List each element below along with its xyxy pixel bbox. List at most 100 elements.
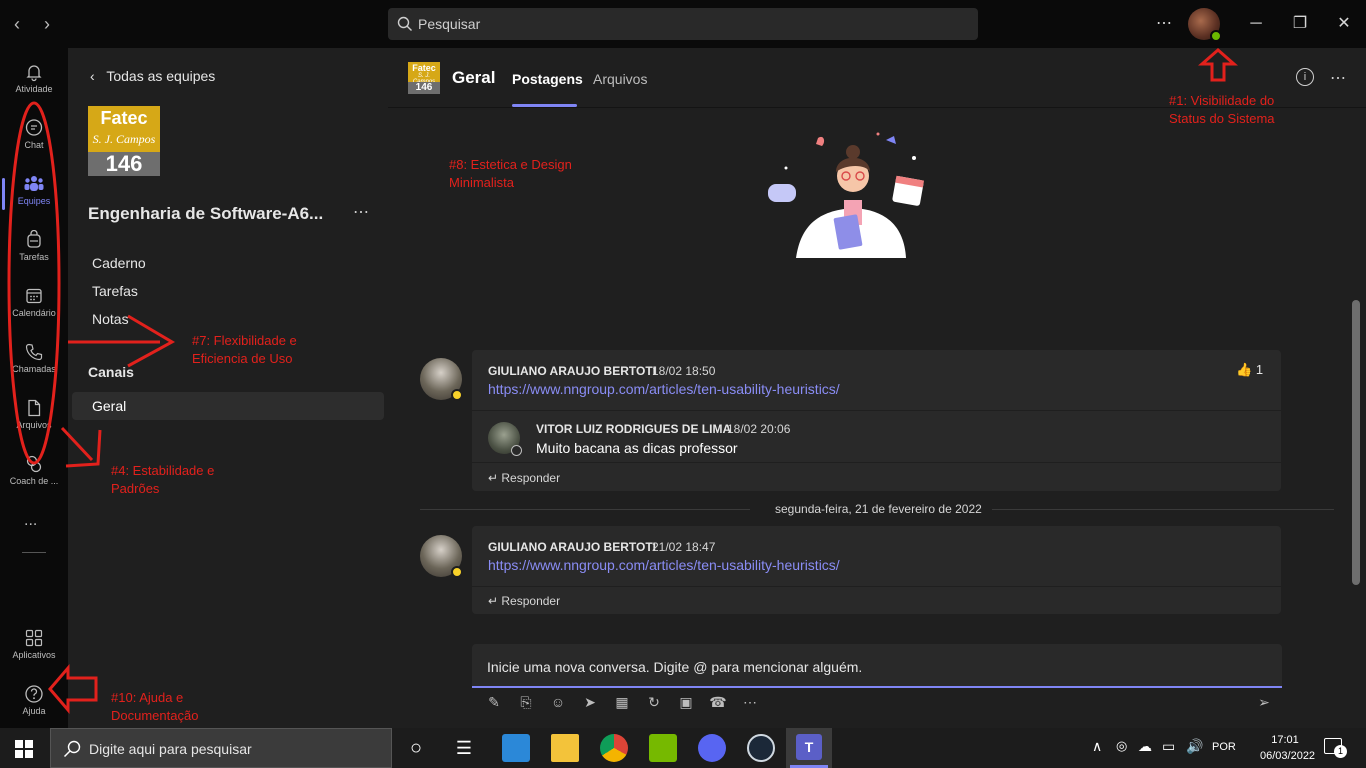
reply-author-avatar[interactable] — [488, 422, 522, 456]
search-input[interactable]: Pesquisar — [388, 8, 978, 40]
channel-team-logo: Fatec S. J. Campos 146 — [408, 62, 440, 94]
task-view-icon[interactable]: ☰ — [450, 734, 478, 762]
welcome-illustration — [768, 132, 925, 258]
messages-area: GIULIANO ARAUJO BERTOTI 18/02 18:50 👍 1 … — [388, 108, 1366, 728]
volume-icon[interactable]: 🔊 — [1186, 738, 1203, 755]
gif-icon[interactable]: ➤ — [580, 694, 600, 714]
chrome-icon[interactable] — [600, 734, 628, 762]
clock-date: 06/03/2022 — [1260, 750, 1316, 762]
cloud-icon[interactable]: ☁ — [1138, 738, 1152, 755]
status-away-icon — [451, 566, 463, 578]
notification-center-icon[interactable]: 1 — [1324, 738, 1347, 758]
annotation-line: #1: Visibilidade do — [1169, 93, 1275, 108]
reply-time: 18/02 20:06 — [727, 422, 791, 436]
author-avatar[interactable] — [420, 535, 463, 578]
post-card: GIULIANO ARAUJO BERTOTI 21/02 18:47 http… — [472, 526, 1281, 614]
post-link[interactable]: https://www.nngroup.com/articles/ten-usa… — [488, 557, 840, 573]
discord-icon[interactable] — [698, 734, 726, 762]
active-tab-indicator — [512, 104, 577, 107]
annotation-line: Padrões — [111, 481, 160, 496]
annotation-10: #10: Ajuda e Documentação — [111, 689, 198, 725]
taskbar-search-placeholder: Digite aqui para pesquisar — [89, 741, 252, 757]
send-icon[interactable]: ➢ — [1254, 694, 1274, 714]
emoji-icon[interactable]: ☺ — [548, 694, 568, 714]
cortana-icon[interactable]: ○ — [402, 734, 430, 762]
post-author[interactable]: GIULIANO ARAUJO BERTOTI — [488, 540, 656, 554]
loop-icon[interactable]: ↻ — [644, 694, 664, 714]
date-divider-line-left — [420, 509, 750, 510]
forward-arrow-icon[interactable]: › — [44, 14, 50, 35]
format-icon[interactable]: ✎ — [484, 694, 504, 714]
chevron-up-icon[interactable]: ∧ — [1092, 738, 1102, 755]
notification-badge: 1 — [1334, 745, 1347, 758]
reply-button[interactable]: ↵ Responder — [488, 594, 560, 608]
compose-box[interactable]: Inicie uma nova conversa. Digite @ para … — [472, 644, 1282, 688]
annotation-line: Eficiencia de Uso — [192, 351, 293, 366]
reply-button[interactable]: ↵ Responder — [488, 471, 560, 485]
reply-author[interactable]: VITOR LUIZ RODRIGUES DE LIMA — [536, 422, 731, 436]
channel-logo-line3: 146 — [408, 82, 440, 94]
annotation-line: #4: Estabilidade e — [111, 463, 215, 478]
annotation-7: #7: Flexibilidade e Eficiencia de Uso — [192, 332, 297, 368]
reply-label: Responder — [501, 471, 561, 485]
reply-divider — [472, 410, 1281, 411]
teams-app-icon: T — [796, 734, 822, 760]
tab-posts[interactable]: Postagens — [512, 71, 583, 87]
sticker-icon[interactable]: ▦ — [612, 694, 632, 714]
annotation-1: #1: Visibilidade do Status do Sistema — [1169, 92, 1275, 128]
taskbar-search-input[interactable]: Digite aqui para pesquisar — [50, 728, 392, 768]
close-icon[interactable]: ✕ — [1332, 12, 1356, 36]
author-avatar[interactable] — [420, 358, 463, 401]
search-icon — [397, 16, 412, 31]
more-options-icon[interactable]: ⋯ — [740, 694, 760, 714]
control-panel-icon[interactable] — [502, 734, 530, 762]
reaction-count: 1 — [1255, 362, 1264, 377]
annotation-line: Status do Sistema — [1169, 111, 1275, 126]
webcam-icon[interactable]: ◎ — [1116, 738, 1127, 754]
reply-footer-divider — [472, 586, 1281, 587]
taskbar-clock[interactable]: 17:01 06/03/2022 — [1260, 732, 1316, 764]
post-link[interactable]: https://www.nngroup.com/articles/ten-usa… — [488, 381, 840, 397]
channel-more-icon[interactable]: ⋯ — [1330, 68, 1346, 88]
annotation-line: Documentação — [111, 708, 199, 723]
steam-icon[interactable] — [747, 734, 775, 762]
info-icon[interactable]: i — [1296, 68, 1314, 86]
more-options-icon[interactable]: ⋯ — [1152, 12, 1176, 36]
channel-title: Geral — [452, 68, 496, 87]
praise-icon[interactable]: ▣ — [676, 694, 696, 714]
date-divider-line-right — [992, 509, 1334, 510]
post-author[interactable]: GIULIANO ARAUJO BERTOTI — [488, 364, 656, 378]
status-offline-icon — [511, 445, 522, 456]
maximize-icon[interactable]: ❐ — [1288, 12, 1312, 36]
annotation-8: #8: Estetica e Design Minimalista — [449, 156, 572, 192]
meet-now-icon[interactable]: ☎ — [708, 694, 728, 714]
search-icon — [63, 740, 81, 758]
annotation-line: Minimalista — [449, 175, 515, 190]
reply-arrow-icon: ↵ — [488, 594, 502, 608]
reaction-like[interactable]: 👍 1 — [1236, 362, 1263, 378]
file-explorer-icon[interactable] — [551, 734, 579, 762]
attach-icon[interactable]: ⎘ — [516, 694, 536, 714]
input-language[interactable]: POR — [1212, 741, 1236, 753]
status-away-icon — [451, 389, 463, 401]
date-divider-label: segunda-feira, 21 de fevereiro de 2022 — [775, 502, 982, 516]
taskbar: Digite aqui para pesquisar ○ ☰ T ∧ ◎ ☁ ▭… — [0, 728, 1366, 768]
minimize-icon[interactable]: ─ — [1244, 12, 1268, 36]
annotation-line: #8: Estetica e Design — [449, 157, 572, 172]
annotation-4: #4: Estabilidade e Padrões — [111, 462, 214, 498]
thumbs-up-icon: 👍 — [1236, 362, 1253, 377]
teams-taskbar-active[interactable]: T — [786, 728, 832, 768]
nvidia-icon[interactable] — [649, 734, 677, 762]
status-available-icon — [1210, 30, 1222, 42]
compose-placeholder: Inicie uma nova conversa. Digite @ para … — [487, 659, 863, 675]
user-avatar[interactable] — [1188, 8, 1222, 42]
windows-start-icon[interactable] — [15, 740, 33, 758]
post-time: 18/02 18:50 — [652, 364, 716, 378]
back-arrow-icon[interactable]: ‹ — [14, 14, 20, 35]
reply-footer-divider — [472, 462, 1281, 463]
scrollbar[interactable] — [1352, 300, 1360, 585]
network-icon[interactable]: ▭ — [1162, 738, 1175, 755]
reply-text: Muito bacana as dicas professor — [536, 440, 738, 456]
annotation-line: #7: Flexibilidade e — [192, 333, 297, 348]
tab-files[interactable]: Arquivos — [593, 71, 647, 87]
